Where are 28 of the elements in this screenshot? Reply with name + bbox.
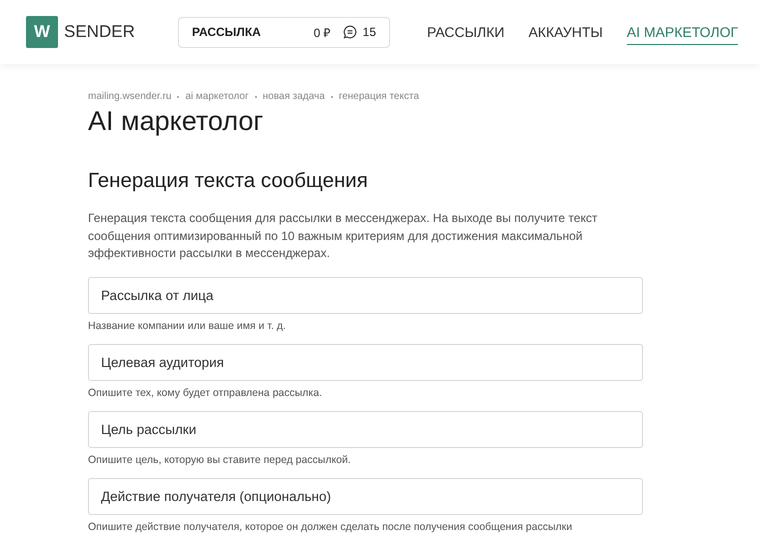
message-count: 15 xyxy=(362,25,376,39)
input-field[interactable]: Рассылка от лица xyxy=(88,276,643,314)
separator-dot xyxy=(177,96,180,98)
separator-dot xyxy=(330,96,333,98)
breadcrumb-link[interactable]: новая задача xyxy=(262,91,325,102)
field-hint: Опишите цель, которую вы ставите перед рассылкой. xyxy=(88,454,352,466)
chat-bubble-icon xyxy=(342,25,357,39)
account-label: РАССЫЛКА xyxy=(192,25,262,39)
input-field[interactable]: Цель рассылки xyxy=(88,410,643,448)
section-title: Генерация текста сообщения xyxy=(88,169,369,193)
breadcrumb-link[interactable]: mailing.wsender.ru xyxy=(88,91,172,102)
breadcrumb-link[interactable]: генерация текста xyxy=(338,91,420,102)
nav-tab[interactable]: AI МАРКЕТОЛОГ xyxy=(626,19,738,45)
page-title: AI маркетолог xyxy=(88,106,264,137)
logo-text: SENDER xyxy=(64,22,135,42)
nav-tab[interactable]: РАССЫЛКИ xyxy=(427,19,504,45)
separator-dot xyxy=(254,96,257,98)
input-field[interactable]: Действие получателя (опционально) xyxy=(88,478,643,514)
account-panel[interactable]: РАССЫЛКА 0 ₽ 15 xyxy=(178,16,390,48)
breadcrumb-link[interactable]: ai маркетолог xyxy=(185,91,249,102)
logo-mark: W xyxy=(26,16,58,48)
balance-text: 0 ₽ xyxy=(314,24,331,40)
field-hint: Опишите действие получателя, которое он должен сделать после получения сообщения рассылки xyxy=(88,520,574,532)
field-hint: Опишите тех, кому будет отправлена рассылка. xyxy=(88,386,323,398)
field-hint: Название компании или ваше имя и т. д. xyxy=(88,320,287,332)
section-description: Генерация текста сообщения для рассылки в мессенджерах. На выходе вы получите текст сообщения оптимизированный по 10 важным критериям для достижения максимальной эффективности рассылки в мессенджерах. xyxy=(88,210,598,262)
input-field[interactable]: Целевая аудитория xyxy=(88,344,643,380)
nav-tab[interactable]: АККАУНТЫ xyxy=(528,19,603,45)
